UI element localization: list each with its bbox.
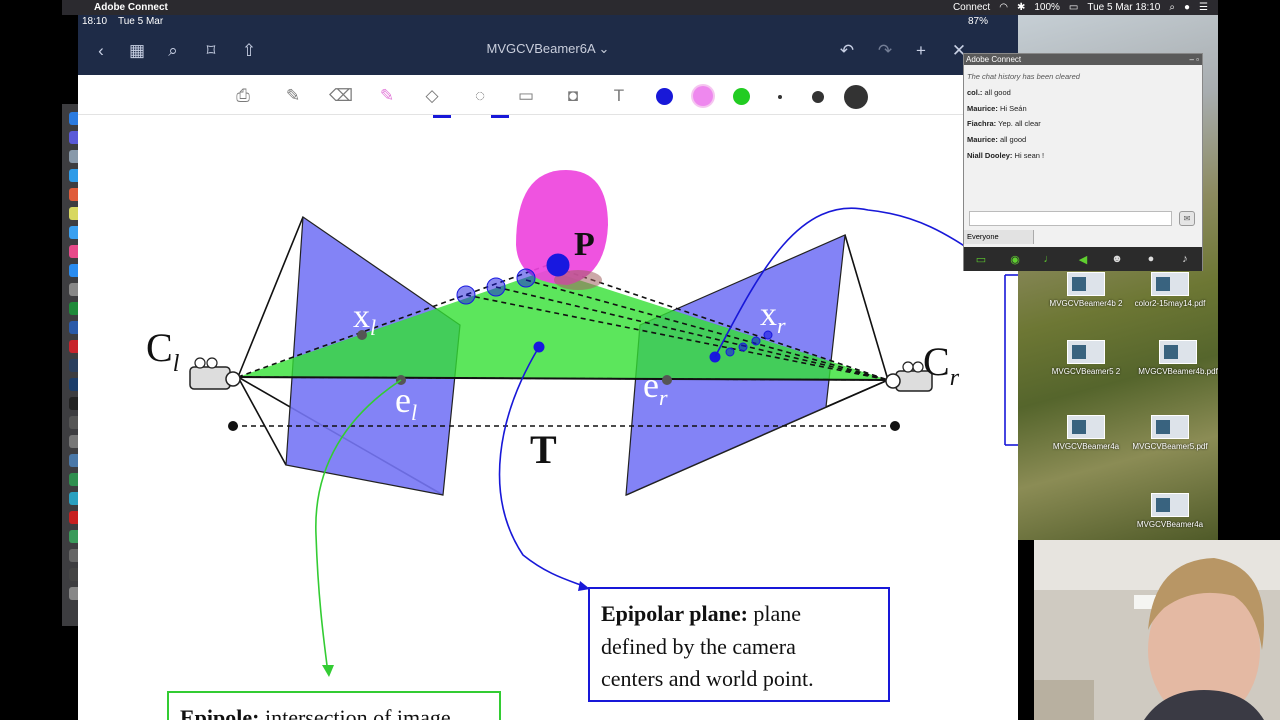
chat-message-input[interactable] bbox=[969, 211, 1172, 226]
file-thumbnail-icon bbox=[1159, 340, 1197, 364]
lasso-tool-icon[interactable]: ◌ bbox=[469, 85, 491, 107]
desktop-file[interactable]: MVGCVBeamer4a bbox=[1046, 415, 1126, 452]
label-t: T bbox=[530, 427, 557, 472]
text-tool-icon[interactable]: T bbox=[608, 85, 630, 107]
file-thumbnail-icon bbox=[1151, 493, 1189, 517]
thick-stroke-option[interactable] bbox=[844, 85, 868, 109]
ipad-status-battery: 87% bbox=[968, 16, 989, 27]
adobe-connect-chat-pod: Adobe Connect – ▫ The chat history has be… bbox=[963, 53, 1203, 271]
speaker-icon[interactable]: ◀ bbox=[1066, 253, 1100, 266]
redo-icon[interactable]: ↷ bbox=[874, 41, 896, 61]
desktop-file[interactable]: MVGCVBeamer4b 2 bbox=[1046, 272, 1126, 309]
ipad-status-time: 18:10 bbox=[82, 16, 108, 27]
webcam-image bbox=[1034, 540, 1280, 720]
file-thumbnail-icon bbox=[1151, 415, 1189, 439]
screen: Adobe Connect Connect ◠ ✱ 100% ▭ Tue 5 M… bbox=[0, 0, 1280, 720]
pen-tool-icon[interactable]: ✎ bbox=[282, 85, 304, 107]
menu-datetime[interactable]: Tue 5 Mar 18:10 bbox=[1087, 2, 1160, 13]
medium-stroke-option[interactable] bbox=[812, 91, 824, 103]
undo-icon[interactable]: ↶ bbox=[836, 41, 858, 61]
chat-message: Maurice: Hi Seán bbox=[967, 103, 1027, 113]
eraser-tool-icon[interactable]: ⌫ bbox=[329, 85, 353, 107]
chat-message: Maurice: all good bbox=[967, 135, 1027, 145]
window-controls-icon[interactable]: – ▫ bbox=[1189, 54, 1202, 65]
file-thumbnail-icon bbox=[1067, 340, 1105, 364]
connect-controls-bar: ▭ ◉ ♩ ◀ ☻ ● ♪ bbox=[964, 247, 1202, 271]
world-point-dot bbox=[546, 253, 570, 277]
thin-stroke-option[interactable] bbox=[778, 95, 782, 99]
slide-canvas[interactable]: P Cl Cr xl xr el er T Epipolar plane: pl… bbox=[78, 115, 1018, 720]
app-menu-name[interactable]: Adobe Connect bbox=[94, 2, 168, 13]
desktop-file[interactable]: color2-15may14.pdf bbox=[1130, 272, 1210, 309]
notification-bell-icon[interactable]: ♪ bbox=[1168, 253, 1202, 265]
battery-percent[interactable]: 100% bbox=[1034, 2, 1060, 13]
spotlight-icon[interactable]: ⌕ bbox=[1169, 2, 1175, 13]
image-tool-icon[interactable]: ▭ bbox=[515, 85, 537, 107]
desktop-file[interactable]: MVGCVBeamer5.pdf bbox=[1130, 415, 1210, 452]
file-thumbnail-icon bbox=[1067, 272, 1105, 296]
blue-color-swatch[interactable] bbox=[656, 88, 673, 105]
webcam-icon[interactable]: ◉ bbox=[998, 253, 1032, 266]
reader-mode-icon[interactable]: ⎙ bbox=[232, 85, 254, 107]
microphone-icon[interactable]: ♩ bbox=[1032, 253, 1066, 265]
ipad-status-bar: 18:10 Tue 5 Mar 87% bbox=[78, 15, 1018, 29]
pink-color-swatch[interactable] bbox=[693, 86, 713, 106]
camera-tool-icon[interactable]: ◘ bbox=[562, 85, 584, 107]
green-color-swatch[interactable] bbox=[733, 88, 750, 105]
presenter-webcam-feed bbox=[1034, 540, 1280, 720]
drawing-toolbar: ⎙ ✎ ⌫ ✎ ◇ ◌ ▭ ◘ T bbox=[78, 75, 1018, 115]
desktop-file[interactable]: MVGCVBeamer4a bbox=[1130, 493, 1210, 530]
svg-text:Epipole: intersection of image: Epipole: intersection of image bbox=[180, 705, 451, 720]
highlighter-tool-icon[interactable]: ✎ bbox=[376, 85, 398, 107]
svg-text:Epipolar plane: plane: Epipolar plane: plane bbox=[601, 601, 801, 626]
attendees-icon[interactable]: ☻ bbox=[1100, 253, 1134, 265]
add-page-icon[interactable]: + bbox=[910, 41, 932, 61]
desktop-file[interactable]: MVGCVBeamer5 2 bbox=[1046, 340, 1126, 377]
svg-text:defined by the camera: defined by the camera bbox=[601, 634, 796, 659]
ipad-status-date: Tue 5 Mar bbox=[118, 16, 164, 27]
chat-cleared-notice: The chat history has been cleared bbox=[967, 72, 1080, 81]
left-camera-icon bbox=[189, 357, 241, 390]
chat-window-title[interactable]: Adobe Connect – ▫ bbox=[964, 54, 1202, 65]
chat-recipient-selector[interactable]: Everyone bbox=[964, 230, 1034, 244]
label-cl: Cl bbox=[146, 325, 180, 377]
chat-message: Fiachra: Yep. all clear bbox=[967, 119, 1041, 129]
chat-message: col.: all good bbox=[967, 87, 1011, 97]
svg-text:centers and world point.: centers and world point. bbox=[601, 666, 814, 691]
file-thumbnail-icon bbox=[1151, 272, 1189, 296]
screen-share-icon[interactable]: ▭ bbox=[964, 253, 998, 266]
bluetooth-icon[interactable]: ✱ bbox=[1017, 2, 1025, 13]
label-p: P bbox=[574, 226, 595, 263]
desktop-file[interactable]: MVGCVBeamer4b.pdf bbox=[1138, 340, 1218, 377]
wifi-icon[interactable]: ◠ bbox=[999, 2, 1008, 13]
ipad-notes-window: 18:10 Tue 5 Mar 87% ‹ ▦ ⌕ ⌑ ⇧ MVGCVBeame… bbox=[78, 15, 1018, 720]
notification-center-icon[interactable]: ☰ bbox=[1199, 2, 1208, 13]
mac-menu-bar: Adobe Connect Connect ◠ ✱ 100% ▭ Tue 5 M… bbox=[62, 0, 1218, 15]
send-message-icon[interactable]: ✉ bbox=[1179, 211, 1195, 226]
chat-message: Niall Dooley: Hi sean ! bbox=[967, 150, 1045, 160]
shapes-tool-icon[interactable]: ◇ bbox=[421, 85, 443, 107]
battery-icon: ▭ bbox=[1068, 2, 1079, 13]
menu-connect[interactable]: Connect bbox=[953, 2, 990, 13]
label-cr: Cr bbox=[923, 339, 960, 391]
chat-history: The chat history has been cleared col.: … bbox=[967, 69, 1199, 164]
siri-icon[interactable]: ● bbox=[1184, 2, 1190, 13]
raise-hand-icon[interactable]: ● bbox=[1134, 253, 1168, 265]
file-thumbnail-icon bbox=[1067, 415, 1105, 439]
